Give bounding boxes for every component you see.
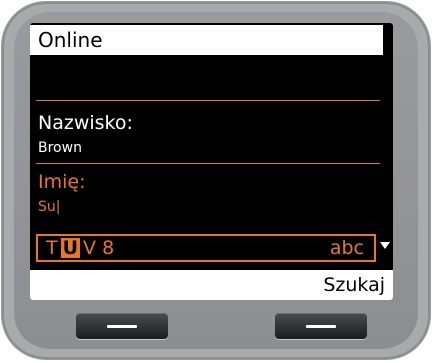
- character-selector[interactable]: T U V 8: [46, 236, 114, 260]
- char-options-rest[interactable]: V 8: [83, 237, 114, 259]
- char-option-selected[interactable]: U: [60, 238, 81, 258]
- field-label-surname: Nazwisko:: [38, 112, 133, 134]
- softkey-bar: Szukaj: [30, 270, 393, 300]
- text-input-editor[interactable]: T U V 8 abc: [36, 234, 376, 262]
- separator-line: [36, 163, 380, 164]
- screen-title: Online: [30, 25, 383, 55]
- field-value-firstname[interactable]: Su|: [38, 199, 60, 215]
- field-value-surname[interactable]: Brown: [38, 140, 82, 156]
- phone-display: Online Nazwisko: Brown Imię: Su| T U V 8…: [30, 23, 393, 300]
- field-label-firstname: Imię:: [38, 171, 86, 193]
- right-hardware-key[interactable]: [275, 313, 367, 339]
- input-mode-indicator: abc: [329, 237, 364, 259]
- dash-icon: [306, 325, 336, 328]
- left-hardware-key[interactable]: [76, 313, 168, 339]
- dash-icon: [107, 325, 137, 328]
- separator-line: [36, 100, 380, 101]
- down-triangle-icon: [380, 242, 390, 249]
- softkey-search[interactable]: Szukaj: [323, 270, 385, 300]
- char-option[interactable]: T: [46, 237, 58, 259]
